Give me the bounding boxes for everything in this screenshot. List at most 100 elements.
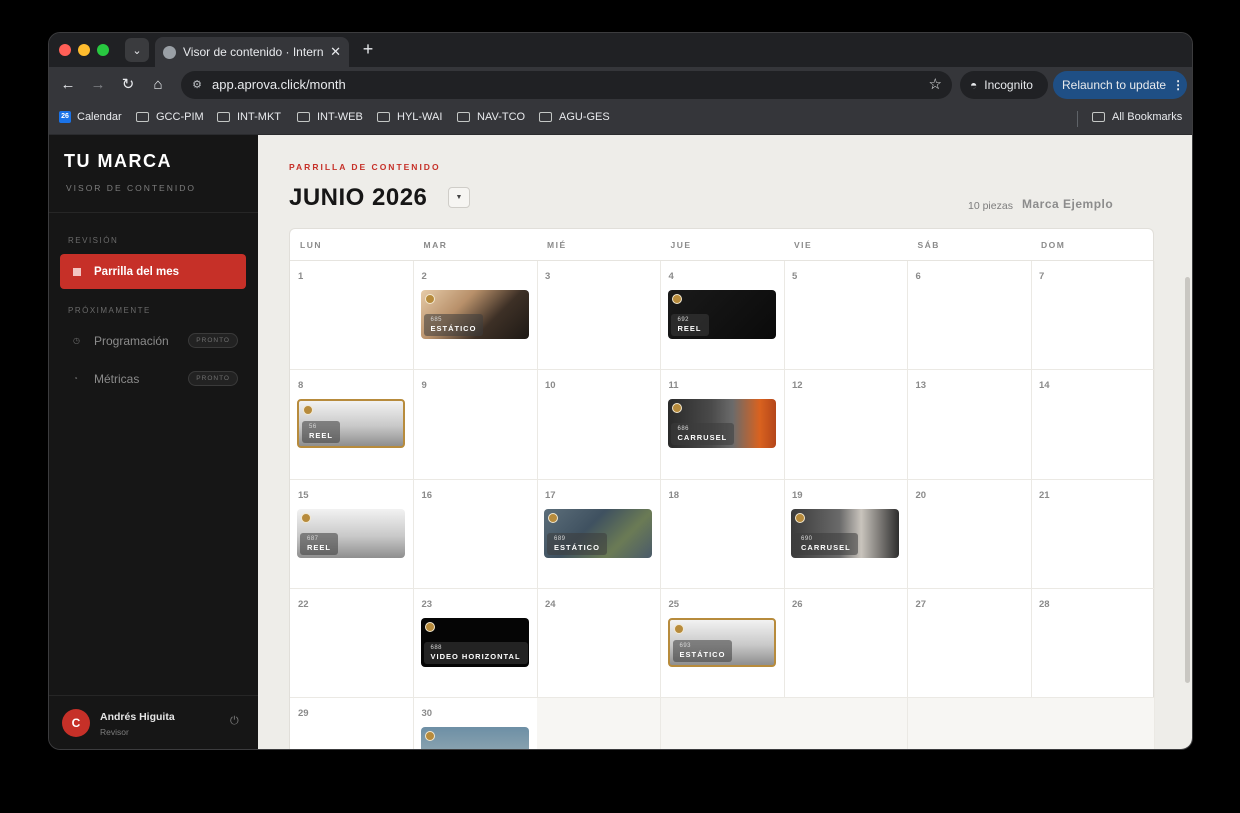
site-settings-icon[interactable]: ⚙ <box>189 77 205 93</box>
content-card[interactable]: 56 REEL <box>297 399 405 449</box>
content-card[interactable]: 686 CARRUSEL <box>667 399 776 449</box>
day-cell[interactable]: 24 <box>537 588 661 699</box>
minimize-window-button[interactable] <box>78 44 90 56</box>
day-cell[interactable] <box>784 698 908 749</box>
day-cell[interactable]: 10 <box>537 370 661 480</box>
content-card[interactable]: 685 ESTÁTICO <box>420 290 529 339</box>
day-cell[interactable]: 11 686 CARRUSEL <box>660 370 785 480</box>
bookmark-folder[interactable]: NAV-TCO <box>457 111 525 123</box>
home-icon[interactable]: ⌂ <box>148 75 168 95</box>
day-cell[interactable]: 1 <box>290 261 414 371</box>
day-cell[interactable]: 6 <box>907 261 1032 371</box>
sidebar: TU MARCA VISOR DE CONTENIDO REVISIÓN Par… <box>49 135 258 749</box>
relaunch-button[interactable]: Relaunch to update ⋮ <box>1053 71 1187 99</box>
day-cell[interactable]: 14 <box>1031 370 1155 480</box>
bookmark-folder[interactable]: INT-WEB <box>297 111 363 123</box>
month-dropdown-button[interactable]: ▼ <box>448 187 470 208</box>
content-card[interactable]: 693 ESTÁTICO <box>667 617 776 667</box>
day-cell[interactable] <box>907 698 1032 749</box>
pie-chart-icon: ◔ <box>73 374 78 383</box>
day-number: 21 <box>1039 489 1050 501</box>
bookmark-folder[interactable]: INT-MKT <box>217 111 281 123</box>
day-cell[interactable]: 13 <box>907 370 1032 480</box>
bookmark-label: NAV-TCO <box>477 111 526 123</box>
bookmark-folder[interactable]: AGU-GES <box>539 111 610 123</box>
day-cell[interactable]: 17 689 ESTÁTICO <box>537 479 661 589</box>
sidebar-item-metricas[interactable]: ◔ Métricas PRONTO <box>73 371 238 386</box>
bookmark-folder[interactable]: HYL-WAI <box>377 111 442 123</box>
day-cell[interactable]: 20 <box>907 479 1032 589</box>
content-card[interactable]: 687 REEL <box>297 508 405 558</box>
sidebar-item-programacion[interactable]: ◷ Programación PRONTO <box>73 333 238 348</box>
day-cell[interactable]: 28 <box>1031 588 1155 699</box>
incognito-indicator[interactable]: ◓ Incognito <box>960 71 1048 99</box>
status-dot-icon <box>548 512 558 523</box>
relaunch-label: Relaunch to update <box>1062 78 1167 92</box>
tab-strip: ⌄ Visor de contenido · International ✕ + <box>49 33 1192 67</box>
folder-icon <box>377 112 390 122</box>
status-dot-icon <box>795 512 805 523</box>
more-vert-icon[interactable]: ⋮ <box>1172 78 1184 92</box>
content-card[interactable]: 690 CARRUSEL <box>791 508 899 558</box>
bookmark-label: Calendar <box>77 111 122 123</box>
day-cell[interactable]: 5 <box>784 261 908 371</box>
chevron-down-icon[interactable]: ⌄ <box>125 38 149 62</box>
day-cell[interactable]: 15 687 REEL <box>290 479 414 589</box>
day-cell[interactable]: 18 <box>660 479 785 589</box>
day-cell[interactable] <box>1031 698 1155 749</box>
day-cell[interactable]: 29 <box>290 698 414 749</box>
bookmark-label: GCC-PIM <box>156 111 204 123</box>
tab-title: Visor de contenido · International <box>183 45 324 59</box>
day-cell[interactable]: 22 <box>290 588 414 699</box>
day-number: 11 <box>668 380 679 392</box>
day-cell[interactable]: 2 685 ESTÁTICO <box>413 261 538 371</box>
content-card[interactable]: 691 <box>420 727 529 749</box>
day-cell[interactable]: 23 688 VIDEO HORIZONTAL <box>413 588 538 699</box>
day-cell[interactable]: 27 <box>907 588 1032 699</box>
back-arrow-icon[interactable]: ← <box>58 75 78 95</box>
avatar[interactable]: C <box>62 709 90 737</box>
new-tab-button[interactable]: + <box>357 38 379 60</box>
day-cell[interactable]: 19 690 CARRUSEL <box>784 479 908 589</box>
content-card[interactable]: 688 VIDEO HORIZONTAL <box>420 617 529 667</box>
day-cell[interactable]: 16 <box>413 479 538 589</box>
day-cell[interactable]: 4 692 REEL <box>660 261 785 371</box>
bookmark-calendar[interactable]: 26 Calendar <box>59 111 122 123</box>
day-cell[interactable]: 7 <box>1031 261 1155 371</box>
weekday-label: LUN <box>300 240 322 250</box>
close-icon[interactable]: ✕ <box>330 44 341 60</box>
day-cell[interactable]: 30 691 <box>414 698 538 749</box>
day-cell[interactable]: 21 <box>1031 479 1155 589</box>
content-card[interactable]: 692 REEL <box>667 290 776 339</box>
incognito-label: Incognito <box>984 78 1033 92</box>
maximize-window-button[interactable] <box>97 44 109 56</box>
day-cell[interactable]: 26 <box>784 588 908 699</box>
brand-name: Marca Ejemplo <box>1022 197 1114 211</box>
address-bar[interactable]: ⚙ app.aprova.click/month ☆ <box>181 71 952 99</box>
star-icon[interactable]: ☆ <box>929 75 942 93</box>
brand-logo[interactable]: TU MARCA <box>64 151 172 172</box>
day-cell[interactable]: 9 <box>413 370 538 480</box>
tab-active[interactable]: Visor de contenido · International ✕ <box>155 37 349 67</box>
card-label: 686 CARRUSEL <box>670 423 735 446</box>
day-cell[interactable] <box>660 698 785 749</box>
day-cell[interactable]: 3 <box>537 261 661 371</box>
power-icon[interactable]: ⏻ <box>230 715 239 728</box>
forward-arrow-icon[interactable]: → <box>88 75 108 95</box>
bookmark-folder[interactable]: GCC-PIM <box>136 111 204 123</box>
card-label: 689 ESTÁTICO <box>547 532 607 555</box>
day-cell[interactable]: 25 693 ESTÁTICO <box>660 588 785 699</box>
reload-icon[interactable]: ↻ <box>118 75 138 95</box>
scrollbar[interactable] <box>1185 277 1190 683</box>
close-window-button[interactable] <box>59 44 71 56</box>
content-card[interactable]: 689 ESTÁTICO <box>544 508 652 558</box>
day-cell[interactable]: 8 56 REEL <box>290 370 414 480</box>
sidebar-item-parrilla[interactable]: Parrilla del mes <box>60 254 246 289</box>
user-name: Andrés Higuita <box>100 711 175 723</box>
user-role: Revisor <box>100 727 129 737</box>
card-type: ESTÁTICO <box>430 324 477 333</box>
day-cell[interactable] <box>537 698 661 749</box>
url-text[interactable]: app.aprova.click/month <box>212 77 346 92</box>
day-cell[interactable]: 12 <box>784 370 908 480</box>
all-bookmarks-button[interactable]: All Bookmarks <box>1092 111 1182 123</box>
